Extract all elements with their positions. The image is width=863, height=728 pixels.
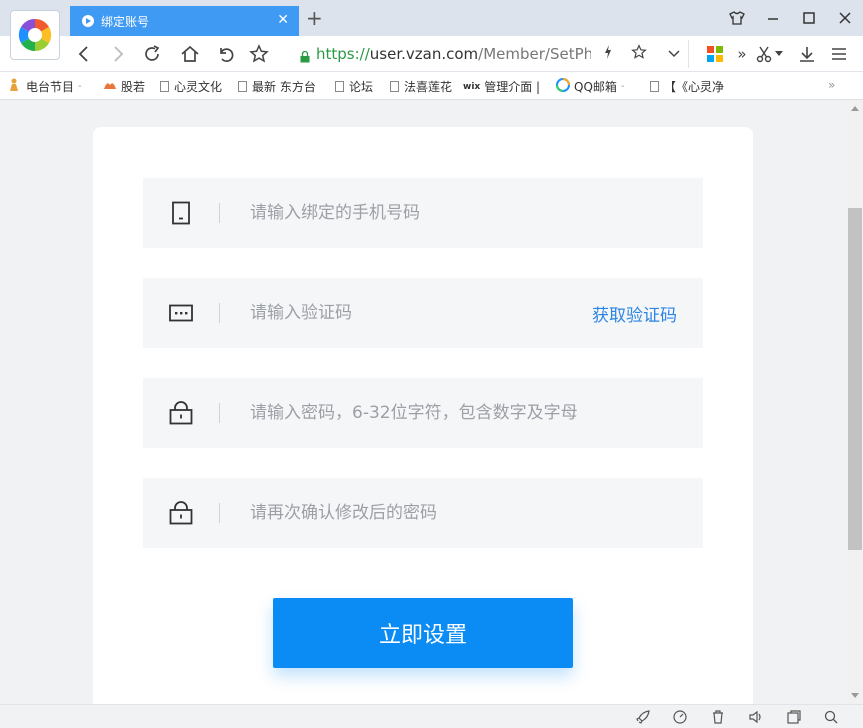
bookmark-item[interactable]: 最新 东方台	[238, 78, 316, 95]
url-text[interactable]: https://user.vzan.com/Member/SetPhon	[316, 45, 591, 63]
password-input[interactable]	[250, 403, 650, 423]
window-controls	[719, 0, 863, 36]
phone-input[interactable]	[250, 203, 570, 223]
page-viewport: 获取验证码 立即设置	[0, 100, 847, 704]
back-icon[interactable]	[72, 42, 96, 66]
bookmark-item[interactable]: 心灵文化	[160, 78, 222, 95]
phone-field	[143, 178, 703, 248]
tab-active[interactable]: 绑定账号 ✕	[70, 6, 299, 36]
bookmark-item[interactable]: 股若	[103, 78, 145, 95]
window-restore-icon[interactable]	[786, 709, 802, 725]
tab-close-icon[interactable]: ✕	[277, 12, 289, 28]
rocket-icon[interactable]	[635, 709, 651, 725]
download-icon[interactable]	[795, 42, 819, 66]
tab-favicon-icon	[82, 15, 94, 27]
refresh-icon[interactable]	[140, 42, 164, 66]
menu-icon[interactable]	[827, 42, 851, 66]
scrollbar-thumb[interactable]	[848, 208, 862, 550]
bookmarks-bar: 电台节目 - 股若 心灵文化 最新 东方台 论坛 法喜莲花 wix 管理介面 |…	[0, 72, 863, 100]
favorite-star-icon[interactable]	[247, 42, 271, 66]
page-icon	[650, 81, 659, 92]
bookmark-item[interactable]: QQ邮箱 -	[556, 78, 625, 95]
trash-icon[interactable]	[710, 709, 726, 725]
bookmark-label: 管理介面 |	[484, 80, 541, 94]
bookmark-item[interactable]: 《心灵净	[676, 78, 724, 95]
vertical-scrollbar[interactable]	[847, 100, 863, 704]
bookmark-item[interactable]: wix 管理介面 |	[463, 78, 540, 95]
field-separator	[219, 303, 220, 323]
qq-mail-icon	[556, 78, 570, 95]
navigation-toolbar: https://user.vzan.com/Member/SetPhon »	[0, 36, 863, 72]
confirm-password-input[interactable]	[250, 503, 650, 523]
zoom-search-icon[interactable]	[823, 709, 839, 725]
tab-strip: 绑定账号 ✕ +	[0, 0, 863, 60]
volume-icon[interactable]	[748, 709, 764, 725]
new-tab-button[interactable]: +	[306, 6, 323, 30]
undo-icon[interactable]	[214, 42, 238, 66]
skin-icon[interactable]	[719, 0, 755, 36]
more-tools-icon[interactable]: »	[730, 42, 754, 66]
bookmark-favicon-icon	[103, 79, 117, 94]
bookmark-star-icon[interactable]	[631, 44, 647, 64]
bookmarks-overflow-icon[interactable]: »	[828, 78, 835, 92]
message-dots-icon	[143, 304, 219, 322]
bookmark-label: QQ邮箱	[574, 80, 617, 94]
scroll-up-icon[interactable]	[851, 106, 859, 111]
minimize-icon[interactable]	[755, 0, 791, 36]
scissors-dropdown-icon[interactable]	[772, 42, 786, 66]
confirm-password-field	[143, 478, 703, 548]
bookmark-label: 最新 东方台	[252, 80, 316, 94]
field-separator	[219, 403, 220, 423]
page-icon	[335, 81, 344, 92]
status-bar	[0, 704, 863, 728]
scroll-down-icon[interactable]	[851, 693, 859, 698]
wix-logo: wix	[463, 81, 481, 92]
close-icon[interactable]	[827, 0, 863, 36]
verification-code-field: 获取验证码	[143, 278, 703, 348]
field-separator	[219, 203, 220, 223]
verification-code-input[interactable]	[250, 303, 500, 323]
bookmark-label: 《心灵净	[676, 80, 725, 94]
field-separator	[219, 503, 220, 523]
page-icon	[238, 81, 247, 92]
bookmark-label: 论坛	[349, 80, 374, 94]
bookmark-item[interactable]: 法喜莲花	[390, 78, 452, 95]
forward-icon[interactable]	[106, 42, 130, 66]
bookmark-label: 股若	[121, 80, 146, 94]
password-field	[143, 378, 703, 448]
dropdown-chevron-icon[interactable]	[662, 42, 686, 66]
speed-gauge-icon[interactable]	[672, 709, 688, 725]
bind-account-form-card: 获取验证码 立即设置	[93, 127, 753, 704]
get-code-button[interactable]: 获取验证码	[592, 301, 677, 326]
submit-button[interactable]: 立即设置	[273, 598, 573, 668]
bookmark-dropdown-icon[interactable]: -	[78, 81, 82, 92]
home-icon[interactable]	[178, 42, 202, 66]
page-icon	[390, 81, 399, 92]
bookmark-dropdown-icon[interactable]: -	[621, 81, 625, 92]
bookmark-label: 【	[664, 80, 677, 94]
page-icon	[160, 81, 169, 92]
secure-lock-icon	[300, 49, 310, 63]
radio-person-icon	[8, 78, 22, 95]
bookmark-label: 电台节目	[26, 80, 75, 94]
browser-logo-icon[interactable]	[10, 10, 60, 60]
bookmark-item[interactable]: 论坛	[335, 78, 373, 95]
phone-icon	[143, 201, 219, 225]
tab-title: 绑定账号	[101, 14, 150, 29]
bookmark-item[interactable]: 电台节目 -	[8, 78, 82, 95]
address-bar[interactable]: https://user.vzan.com/Member/SetPhon	[288, 40, 689, 68]
bookmark-label: 心灵文化	[174, 80, 223, 94]
bookmark-label: 法喜莲花	[404, 80, 453, 94]
apps-grid-icon[interactable]	[703, 42, 727, 66]
lock-icon	[143, 401, 219, 425]
maximize-icon[interactable]	[791, 0, 827, 36]
bookmark-item[interactable]: 【	[650, 78, 676, 95]
lightning-icon[interactable]	[603, 44, 613, 64]
lock-icon	[143, 501, 219, 525]
